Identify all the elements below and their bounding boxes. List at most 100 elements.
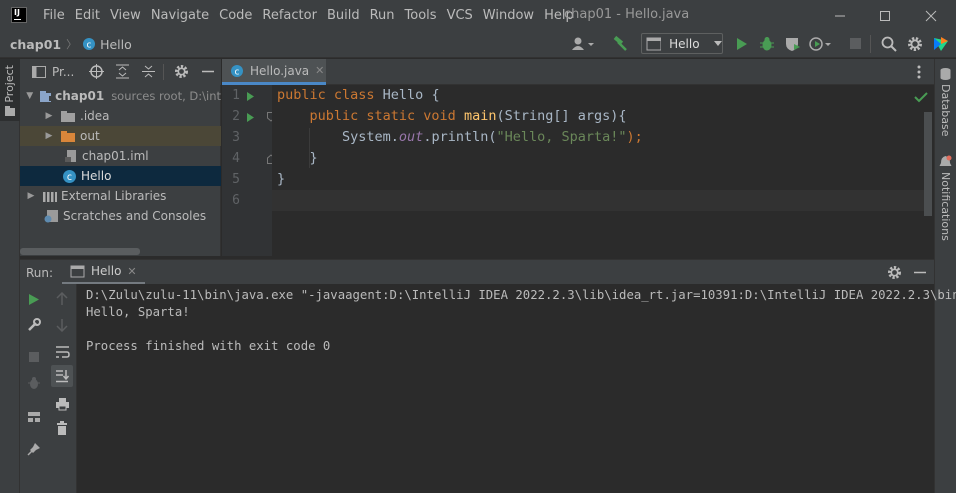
run-icon bbox=[737, 38, 747, 50]
console-line: Hello, Sparta! bbox=[86, 305, 190, 319]
scroll-to-end-toggle[interactable] bbox=[51, 365, 73, 387]
line-number: 6 bbox=[232, 193, 240, 208]
run-gutter-icon[interactable] bbox=[246, 91, 255, 102]
notifications-tool-tab[interactable]: Notifications bbox=[939, 155, 952, 241]
close-tab-icon[interactable]: ✕ bbox=[127, 265, 136, 278]
horizontal-scrollbar[interactable] bbox=[20, 248, 140, 255]
collapsed-arrow-icon[interactable]: ▶ bbox=[26, 191, 36, 201]
run-panel-header: Run: Hello ✕ bbox=[20, 259, 934, 285]
project-view-icon bbox=[32, 66, 46, 78]
run-tab-hello[interactable]: Hello ✕ bbox=[62, 260, 145, 285]
hide-panel-icon[interactable] bbox=[201, 64, 215, 79]
menu-edit[interactable]: Edit bbox=[75, 0, 100, 31]
rerun-icon[interactable] bbox=[28, 293, 40, 306]
settings-button[interactable] bbox=[907, 36, 923, 52]
svg-text:c: c bbox=[235, 67, 240, 77]
locate-icon[interactable] bbox=[89, 64, 104, 79]
pin-icon[interactable] bbox=[27, 442, 41, 456]
menu-vcs[interactable]: VCS bbox=[447, 0, 473, 31]
stop-icon[interactable] bbox=[28, 351, 40, 363]
menu-window[interactable]: Window bbox=[483, 0, 534, 31]
profile-button[interactable] bbox=[808, 36, 832, 52]
run-config-selector[interactable]: Hello bbox=[641, 33, 723, 54]
minimize-button[interactable] bbox=[817, 0, 863, 31]
tab-label: Hello.java bbox=[250, 63, 310, 78]
maximize-button[interactable] bbox=[862, 0, 908, 31]
breadcrumb: chap01 〉 c Hello bbox=[10, 31, 132, 57]
tree-item-hello[interactable]: c Hello bbox=[20, 166, 221, 186]
window-title: chap01 - Hello.java bbox=[564, 7, 690, 22]
stop-button[interactable] bbox=[849, 37, 863, 51]
tree-item-iml[interactable]: chap01.iml bbox=[20, 146, 221, 166]
tree-label: .idea bbox=[80, 109, 110, 123]
run-button[interactable] bbox=[735, 36, 749, 52]
java-class-icon: c bbox=[83, 38, 96, 51]
wrench-icon[interactable] bbox=[27, 318, 41, 332]
debug-button[interactable] bbox=[759, 36, 775, 52]
tab-hello-java[interactable]: c Hello.java ✕ bbox=[222, 59, 326, 85]
gear-icon[interactable] bbox=[174, 64, 189, 79]
arrow-up-icon[interactable] bbox=[56, 292, 68, 306]
tree-item-idea[interactable]: ▶ .idea bbox=[20, 106, 221, 126]
menu-view[interactable]: View bbox=[110, 0, 141, 31]
run-tab-label: Hello bbox=[91, 264, 122, 278]
tree-item-out[interactable]: ▶ out bbox=[20, 126, 221, 146]
menu-tools[interactable]: Tools bbox=[405, 0, 437, 31]
breadcrumb-project[interactable]: chap01 bbox=[10, 37, 61, 52]
tab-options-button[interactable] bbox=[917, 65, 921, 79]
scratches-icon bbox=[44, 210, 58, 223]
coverage-button[interactable] bbox=[784, 36, 802, 52]
print-icon[interactable] bbox=[55, 397, 70, 411]
gear-icon[interactable] bbox=[887, 265, 902, 280]
console-output[interactable]: D:\Zulu\zulu-11\bin\java.exe "-javaagent… bbox=[77, 284, 956, 493]
menu-file[interactable]: File bbox=[43, 0, 65, 31]
arrow-down-icon[interactable] bbox=[56, 318, 68, 332]
hide-panel-icon[interactable] bbox=[913, 265, 927, 280]
code-editor[interactable]: public class Hello { public static void … bbox=[272, 85, 934, 256]
menu-code[interactable]: Code bbox=[219, 0, 252, 31]
hammer-icon bbox=[613, 35, 627, 51]
vertical-scrollbar[interactable] bbox=[924, 112, 932, 216]
tree-item-chap01[interactable]: ▼ chap01 sources root, D:\int bbox=[20, 86, 221, 106]
libraries-icon bbox=[43, 191, 57, 202]
collapsed-arrow-icon[interactable]: ▶ bbox=[44, 111, 54, 121]
application-config-icon bbox=[646, 37, 662, 50]
layout-icon[interactable] bbox=[27, 411, 41, 423]
search-button[interactable] bbox=[881, 36, 897, 52]
check-icon bbox=[914, 92, 928, 103]
run-label: Run: bbox=[26, 266, 54, 280]
menu-refactor[interactable]: Refactor bbox=[262, 0, 317, 31]
collapse-all-icon[interactable] bbox=[141, 64, 156, 79]
svg-text:c: c bbox=[87, 41, 92, 51]
user-button[interactable] bbox=[571, 36, 595, 52]
user-icon bbox=[572, 37, 594, 50]
close-tab-icon[interactable]: ✕ bbox=[315, 64, 324, 77]
database-tool-tab[interactable]: Database bbox=[939, 67, 952, 137]
project-tool-tab[interactable]: Project bbox=[0, 59, 20, 121]
bug-off-icon[interactable] bbox=[27, 376, 42, 391]
build-button[interactable] bbox=[612, 35, 629, 52]
tree-item-external-libraries[interactable]: ▶ External Libraries bbox=[20, 186, 221, 206]
breadcrumb-file[interactable]: Hello bbox=[100, 37, 132, 52]
run-toolbar-secondary bbox=[48, 284, 77, 493]
project-panel-title[interactable]: Pr... bbox=[52, 65, 74, 79]
shield-icon bbox=[786, 38, 800, 51]
toolbox-button[interactable] bbox=[932, 35, 950, 53]
close-window-button[interactable] bbox=[908, 0, 954, 31]
indent-guide bbox=[309, 128, 310, 168]
scroll-to-end-icon bbox=[56, 370, 69, 383]
trash-icon[interactable] bbox=[56, 421, 68, 436]
menu-run[interactable]: Run bbox=[370, 0, 395, 31]
soft-wrap-icon[interactable] bbox=[55, 345, 70, 359]
run-gutter-icon[interactable] bbox=[246, 112, 255, 123]
line-number: 1 bbox=[232, 88, 240, 103]
tree-item-scratches[interactable]: Scratches and Consoles bbox=[20, 206, 221, 226]
menu-navigate[interactable]: Navigate bbox=[151, 0, 209, 31]
collapsed-arrow-icon[interactable]: ▶ bbox=[44, 131, 54, 141]
folder-icon bbox=[5, 106, 15, 116]
expanded-arrow-icon[interactable]: ▼ bbox=[26, 91, 33, 101]
code-line-5: } bbox=[277, 171, 286, 187]
menu-build[interactable]: Build bbox=[327, 0, 360, 31]
line-number: 2 bbox=[232, 109, 240, 124]
expand-all-icon[interactable] bbox=[115, 64, 130, 79]
